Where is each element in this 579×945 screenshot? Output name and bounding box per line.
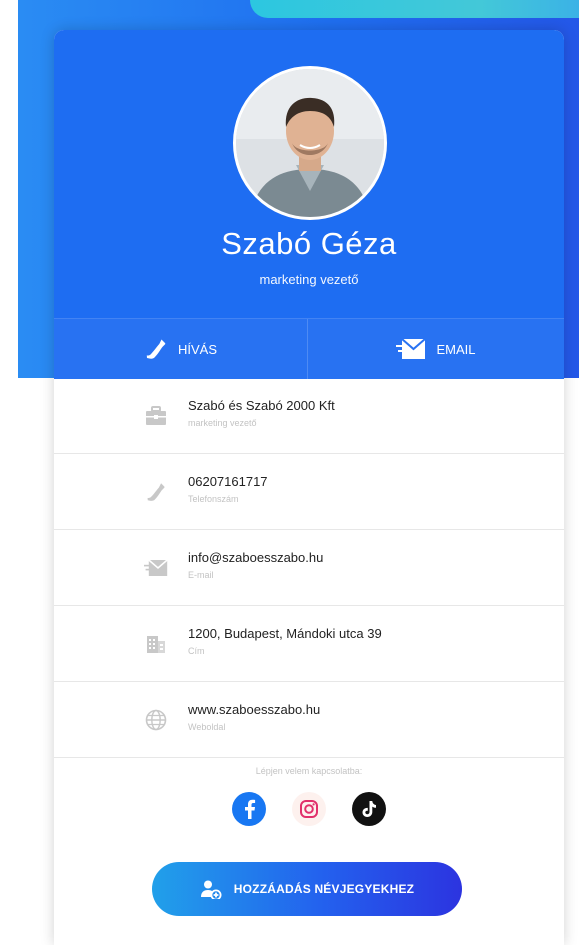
instagram-icon[interactable] bbox=[292, 792, 326, 826]
email-label: EMAIL bbox=[436, 341, 476, 357]
contact-row-address[interactable]: 1200, Budapest, Mándoki utca 39 Cím bbox=[54, 606, 564, 682]
email-label: E-mail bbox=[188, 570, 214, 580]
social-caption: Lépjen velem kapcsolatba: bbox=[255, 766, 363, 776]
avatar bbox=[233, 66, 387, 220]
call-button[interactable]: HÍVÁS bbox=[54, 319, 308, 379]
website-url[interactable]: www.szaboesszabo.hu bbox=[188, 702, 320, 717]
contact-row-website[interactable]: www.szaboesszabo.hu Weboldal bbox=[54, 682, 564, 758]
add-to-contacts-label: HOZZÁADÁS NÉVJEGYEKHEZ bbox=[233, 882, 415, 896]
add-user-icon bbox=[200, 879, 222, 899]
business-card: Szabó Géza marketing vezető HÍVÁS EMAIL … bbox=[54, 30, 564, 945]
address-text[interactable]: 1200, Budapest, Mándoki utca 39 bbox=[188, 626, 382, 641]
contact-row-phone[interactable]: 06207161717 Telefonszám bbox=[54, 454, 564, 530]
contact-list: Szabó és Szabó 2000 Kft marketing vezető… bbox=[54, 378, 564, 758]
envelope-icon bbox=[396, 338, 427, 360]
email-button[interactable]: EMAIL bbox=[308, 319, 564, 379]
profile-name: Szabó Géza bbox=[221, 226, 397, 261]
phone-number[interactable]: 06207161717 bbox=[188, 474, 268, 489]
contact-row-email[interactable]: info@szaboesszabo.hu E-mail bbox=[54, 530, 564, 606]
profile-title: marketing vezető bbox=[259, 272, 359, 287]
website-label: Weboldal bbox=[188, 722, 226, 732]
card-header: Szabó Géza marketing vezető bbox=[54, 30, 564, 318]
tiktok-icon[interactable] bbox=[352, 792, 386, 826]
company-name: Szabó és Szabó 2000 Kft bbox=[188, 398, 335, 413]
company-label: marketing vezető bbox=[188, 418, 257, 428]
phone-icon bbox=[144, 480, 168, 504]
call-label: HÍVÁS bbox=[177, 341, 217, 357]
phone-label: Telefonszám bbox=[188, 494, 239, 504]
globe-icon bbox=[144, 708, 168, 732]
phone-icon bbox=[144, 337, 168, 361]
address-label: Cím bbox=[188, 646, 205, 656]
email-address[interactable]: info@szaboesszabo.hu bbox=[188, 550, 323, 565]
building-icon bbox=[144, 632, 168, 656]
contact-row-company: Szabó és Szabó 2000 Kft marketing vezető bbox=[54, 378, 564, 454]
background-accent bbox=[250, 0, 579, 18]
briefcase-icon bbox=[144, 404, 168, 428]
envelope-icon bbox=[144, 556, 168, 580]
social-links bbox=[232, 792, 386, 828]
action-bar: HÍVÁS EMAIL bbox=[54, 318, 564, 379]
facebook-icon[interactable] bbox=[232, 792, 266, 826]
add-to-contacts-button[interactable]: HOZZÁADÁS NÉVJEGYEKHEZ bbox=[152, 862, 462, 916]
